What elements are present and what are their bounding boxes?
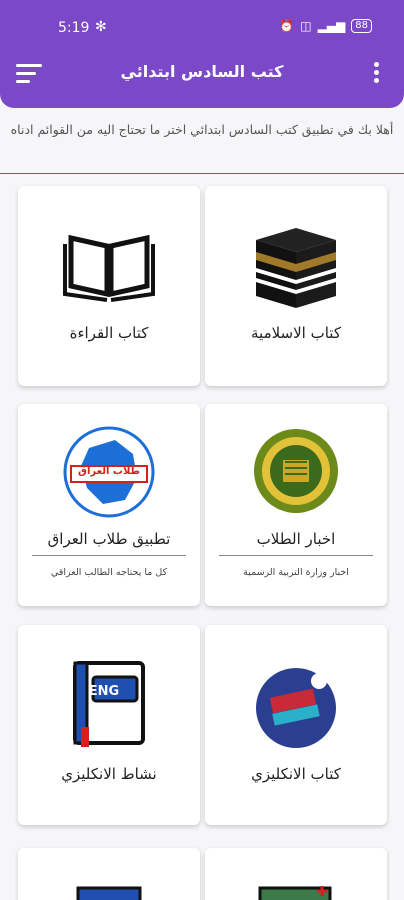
title-underline xyxy=(32,555,186,556)
alarm-icon: ⏰ xyxy=(279,19,295,33)
open-book-icon xyxy=(63,234,155,302)
intro-text: أهلا بك في تطبيق كتب السادس ابتدائي اختر… xyxy=(10,122,394,137)
card-title: كتاب القراءة xyxy=(69,324,149,342)
logo-text: طلاب العراق xyxy=(78,466,140,477)
ministry-emblem-icon xyxy=(254,429,338,513)
status-time: 5:19 xyxy=(58,20,90,36)
card-iraq-students-app[interactable]: طلاب العراق تطبيق طلاب العراق كل ما يحتا… xyxy=(18,404,200,606)
kaaba-icon xyxy=(256,228,336,308)
card-title: نشاط الانكليزي xyxy=(61,765,157,783)
computer-icon xyxy=(76,886,142,900)
status-bar: 5:19 ✻ ⏰ ◫ ▂▄▆ 88 xyxy=(0,0,404,52)
signal-icon: ▂▄▆ xyxy=(317,19,346,33)
card-subtitle: اخبار وزارة التربية الرسمية xyxy=(243,567,349,578)
eng-label: ENG xyxy=(88,684,120,699)
page-title: كتب السادس ابتدائي xyxy=(120,62,284,81)
eng-book-icon xyxy=(73,661,145,747)
card-subtitle: كل ما يحتاجه الطالب العراقي xyxy=(50,567,168,578)
card-title: اخبار الطلاب xyxy=(256,530,336,548)
card-english-activity[interactable]: ENG نشاط الانكليزي xyxy=(18,625,200,825)
card-islamic-book[interactable]: كتاب الاسلامية xyxy=(205,186,387,386)
divider xyxy=(0,173,404,174)
fan-icon: ✻ xyxy=(95,19,107,35)
card-title: كتاب الانكليزي xyxy=(251,765,341,783)
status-icons: ⏰ ◫ ▂▄▆ 88 xyxy=(279,19,372,33)
battery-icon: 88 xyxy=(351,19,372,33)
card-computer[interactable] xyxy=(18,848,200,900)
title-underline xyxy=(219,555,373,556)
card-student-news[interactable]: اخبار الطلاب اخبار وزارة التربية الرسمية xyxy=(205,404,387,606)
card-math[interactable] xyxy=(205,848,387,900)
more-options-icon[interactable] xyxy=(368,62,384,86)
card-title: تطبيق طلاب العراق xyxy=(47,530,171,548)
card-english-book[interactable]: كتاب الانكليزي xyxy=(205,625,387,825)
english-books-icon xyxy=(256,668,336,748)
app-bar: 5:19 ✻ ⏰ ◫ ▂▄▆ 88 كتب السادس ابتدائي xyxy=(0,0,404,108)
math-board-icon xyxy=(258,886,332,900)
vibrate-icon: ◫ xyxy=(300,19,312,33)
card-reading-book[interactable]: كتاب القراءة xyxy=(18,186,200,386)
card-title: كتاب الاسلامية xyxy=(251,324,341,342)
